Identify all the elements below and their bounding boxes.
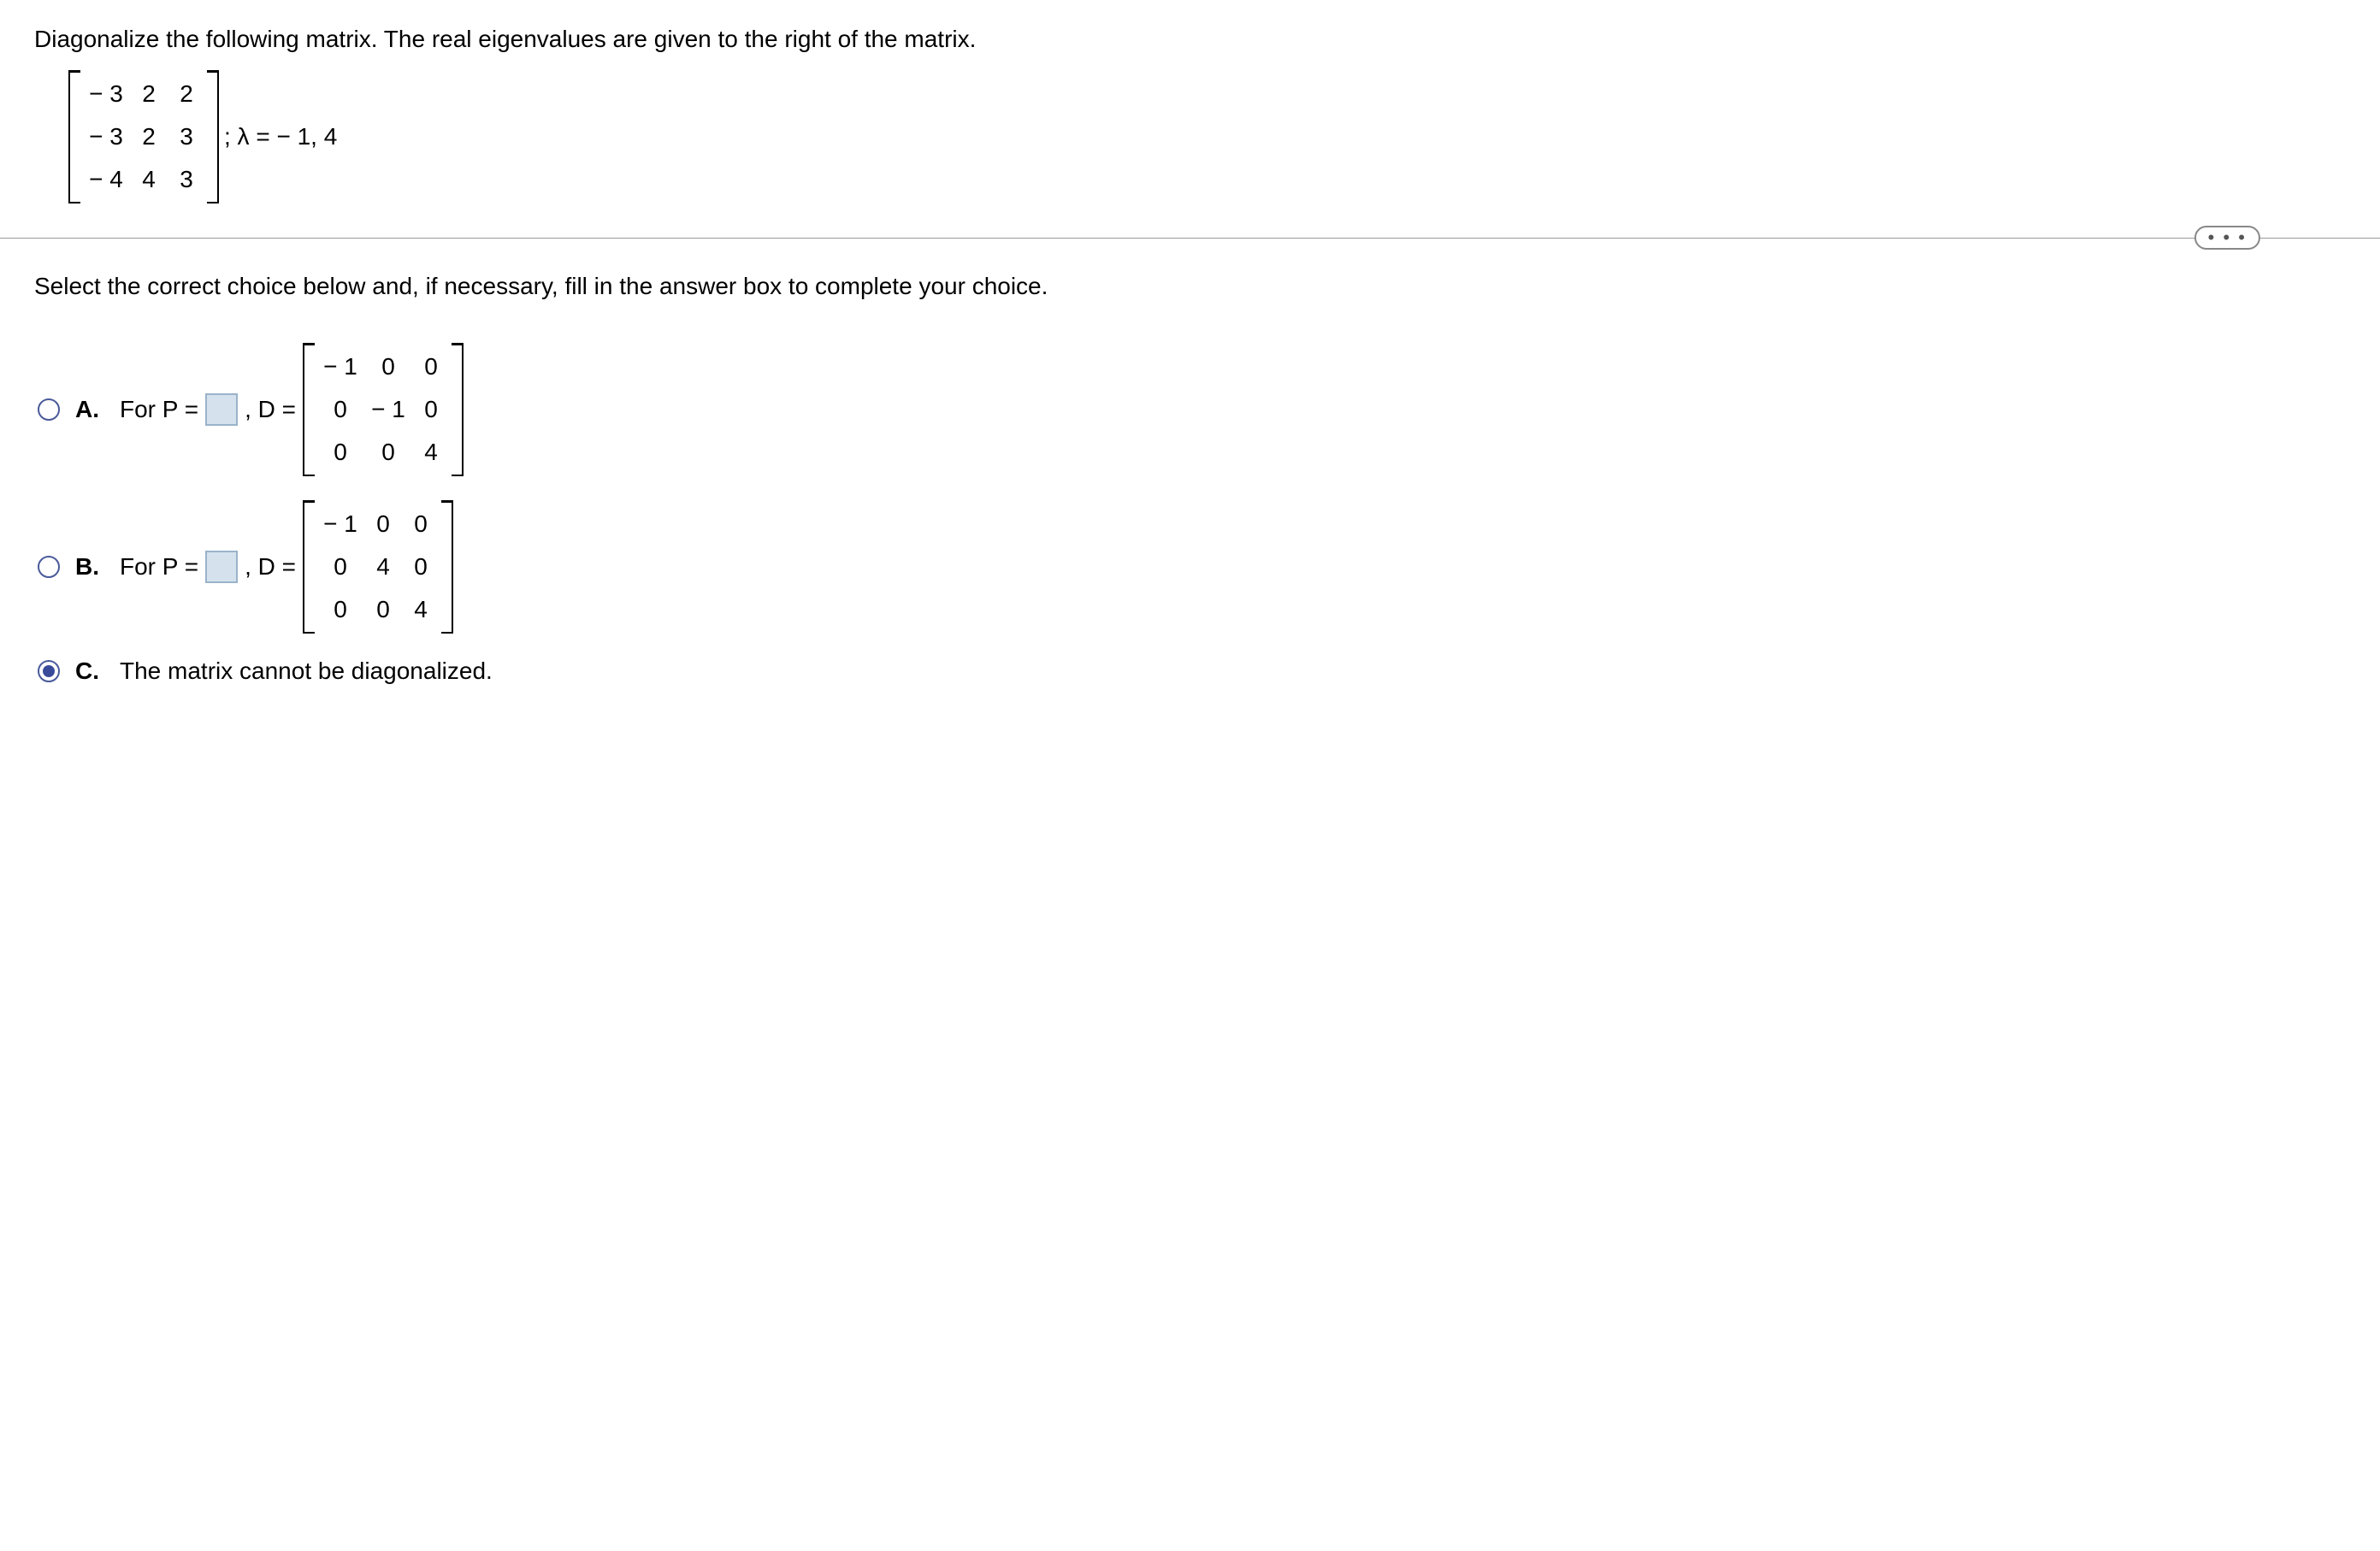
problem-matrix-section: − 3 2 2 − 3 2 3 − 4 4 3 ; λ = − 1, 4 <box>68 70 2346 203</box>
matrix-cell: 0 <box>322 596 359 623</box>
matrix-cell: 0 <box>369 596 397 623</box>
matrix-cell: 4 <box>417 439 445 466</box>
choice-b-content: For P = , D = − 1 0 0 0 4 0 0 0 4 <box>120 500 453 634</box>
matrix-cell: 0 <box>322 396 359 423</box>
for-p-text: For P = <box>120 553 198 581</box>
radio-c[interactable] <box>38 660 60 682</box>
choice-c-row: C. The matrix cannot be diagonalized. <box>38 658 2346 685</box>
matrix-cell: − 1 <box>322 353 359 380</box>
choice-a-label: A. <box>75 396 104 423</box>
choice-a-row: A. For P = , D = − 1 0 0 0 − 1 0 0 0 <box>38 343 2346 476</box>
more-button[interactable]: • • • <box>2194 226 2260 250</box>
question-prompt: Diagonalize the following matrix. The re… <box>34 26 2346 53</box>
matrix-cell: 0 <box>417 396 445 423</box>
matrix-cell: 2 <box>135 123 162 150</box>
instruction-text: Select the correct choice below and, if … <box>34 273 2346 300</box>
d-equals-text: , D = <box>245 396 296 423</box>
matrix-cell: − 1 <box>369 396 407 423</box>
choice-c-content: The matrix cannot be diagonalized. <box>120 658 493 685</box>
matrix-cell: 0 <box>369 439 407 466</box>
eigenvalue-text: ; λ = − 1, 4 <box>224 123 337 150</box>
matrix-cell: 2 <box>135 80 162 108</box>
choice-c-text: The matrix cannot be diagonalized. <box>120 658 493 685</box>
divider-line <box>0 238 2380 239</box>
matrix-cell: 4 <box>369 553 397 581</box>
choice-a-matrix: − 1 0 0 0 − 1 0 0 0 4 <box>303 343 464 476</box>
matrix-cell: − 1 <box>322 510 359 538</box>
matrix-cell: 4 <box>135 166 162 193</box>
answer-box-a[interactable] <box>205 393 238 426</box>
matrix-cell: 0 <box>417 353 445 380</box>
d-equals-text: , D = <box>245 553 296 581</box>
matrix-cell: − 3 <box>87 80 125 108</box>
matrix-cell: 0 <box>407 553 434 581</box>
divider-section: • • • <box>34 238 2346 239</box>
choice-b-label: B. <box>75 553 104 581</box>
matrix-cell: − 3 <box>87 123 125 150</box>
matrix-cell: 2 <box>173 80 200 108</box>
matrix-cell: 0 <box>369 510 397 538</box>
matrix-cell: 0 <box>322 553 359 581</box>
matrix-cell: 3 <box>173 166 200 193</box>
problem-matrix: − 3 2 2 − 3 2 3 − 4 4 3 <box>68 70 219 203</box>
answer-box-b[interactable] <box>205 551 238 583</box>
matrix-cell: − 4 <box>87 166 125 193</box>
choice-a-content: For P = , D = − 1 0 0 0 − 1 0 0 0 4 <box>120 343 464 476</box>
matrix-cell: 0 <box>407 510 434 538</box>
choice-b-row: B. For P = , D = − 1 0 0 0 4 0 0 0 <box>38 500 2346 634</box>
choice-c-label: C. <box>75 658 104 685</box>
matrix-cell: 4 <box>407 596 434 623</box>
choice-b-matrix: − 1 0 0 0 4 0 0 0 4 <box>303 500 453 634</box>
for-p-text: For P = <box>120 396 198 423</box>
matrix-cell: 3 <box>173 123 200 150</box>
matrix-cell: 0 <box>322 439 359 466</box>
radio-b[interactable] <box>38 556 60 578</box>
matrix-cell: 0 <box>369 353 407 380</box>
radio-a[interactable] <box>38 398 60 421</box>
